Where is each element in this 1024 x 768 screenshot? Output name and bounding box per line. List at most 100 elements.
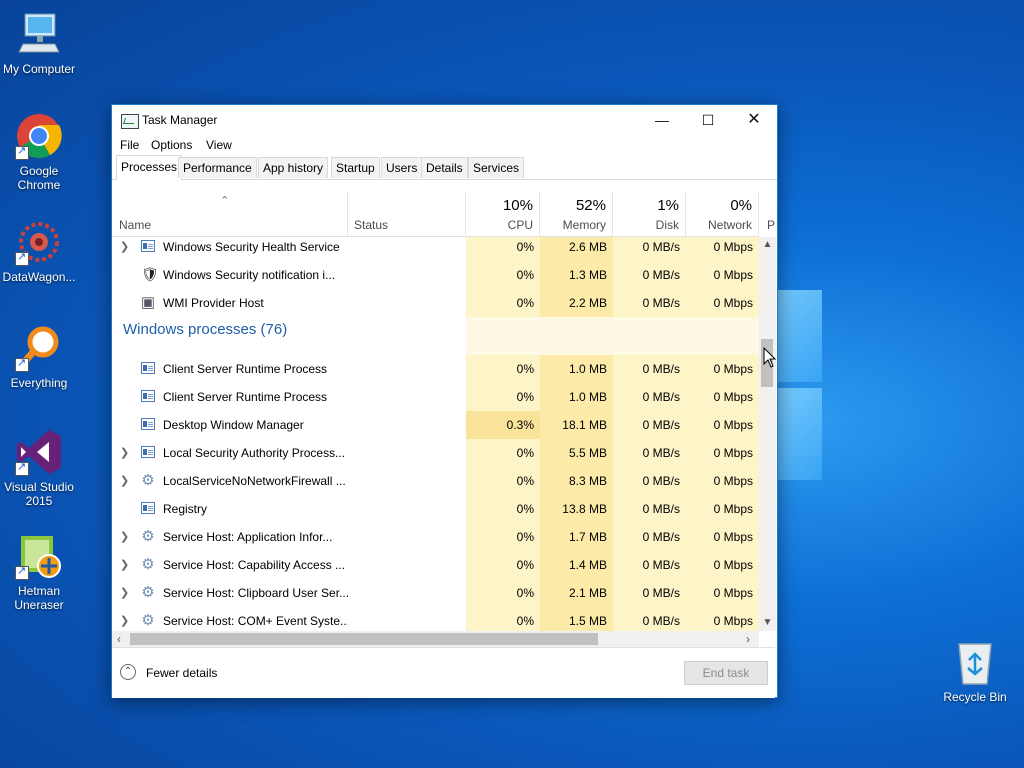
memory-cell: 1.7 MB	[540, 523, 613, 551]
table-row[interactable]: Client Server Runtime Process 0% 1.0 MB 0 M…	[112, 355, 759, 383]
column-status-label: Status	[354, 218, 389, 232]
process-name: Service Host: COM+ Event Syste...	[163, 614, 348, 628]
menu-file[interactable]: File	[120, 138, 139, 152]
title-bar[interactable]: Task Manager — ☐ ✕	[112, 105, 777, 135]
memory-cell: 2.6 MB	[540, 237, 613, 261]
chevron-right-icon[interactable]: ❯	[120, 551, 129, 579]
scroll-right-icon[interactable]: ›	[746, 631, 750, 647]
group-cpu-cell	[466, 317, 540, 355]
network-cell: 0 Mbps	[686, 579, 759, 607]
chevron-right-icon[interactable]: ❯	[120, 523, 129, 551]
memory-cell: 1.3 MB	[540, 261, 613, 289]
status-cell	[348, 411, 466, 439]
table-row[interactable]: 🛡 Windows Security notification i... 0% 1.3…	[112, 261, 759, 289]
gear-icon: ⚙	[141, 472, 155, 489]
uneraser-icon	[15, 532, 63, 580]
process-name: Service Host: Clipboard User Ser...	[163, 586, 348, 600]
chevron-right-icon[interactable]: ❯	[120, 237, 129, 261]
end-task-button[interactable]: End task	[684, 661, 768, 685]
memory-cell: 13.8 MB	[540, 495, 613, 523]
menu-bar: File Options View	[112, 135, 777, 155]
column-memory[interactable]: 52% Memory	[540, 192, 613, 236]
table-row[interactable]: ❯ Local Security Authority Process... 0% 5.…	[112, 439, 759, 467]
process-name: Windows Security notification i...	[163, 268, 336, 282]
chevron-right-icon[interactable]: ❯	[120, 579, 129, 607]
footer-bar: ⌃ Fewer details End task	[112, 647, 775, 698]
cpu-cell: 0%	[466, 383, 540, 411]
desktop-icon-google-chrome[interactable]: Google Chrome	[0, 112, 78, 192]
cpu-cell: 0%	[466, 551, 540, 579]
table-row[interactable]: ❯ ⚙ LocalServiceNoNetworkFirewall ... 0% 8.3…	[112, 467, 759, 495]
tab-strip: Processes Performance App history Startu…	[112, 155, 777, 180]
desktop-icon-label: DataWagon...	[2, 270, 76, 284]
search-magnifier-icon	[15, 324, 63, 372]
status-cell	[348, 261, 466, 289]
visual-studio-icon	[15, 428, 63, 476]
desktop-icon-datawagon[interactable]: DataWagon...	[0, 218, 78, 284]
desktop-icon-hetman-uneraser[interactable]: Hetman Uneraser	[0, 532, 78, 612]
cpu-cell: 0.3%	[466, 411, 540, 439]
horizontal-scrollbar[interactable]: ‹ ›	[112, 631, 759, 647]
process-name: Desktop Window Manager	[163, 418, 304, 432]
table-row[interactable]: Client Server Runtime Process 0% 1.0 MB 0 M…	[112, 383, 759, 411]
process-icon	[141, 418, 155, 430]
desktop-icon-my-computer[interactable]: My Computer	[0, 10, 78, 76]
wmi-provider-icon: ▣	[140, 294, 156, 311]
process-name-cell: ❯ Local Security Authority Process...	[112, 439, 348, 467]
scroll-down-icon[interactable]: ▼	[759, 617, 776, 628]
desktop-icon-everything[interactable]: Everything	[0, 324, 78, 390]
disk-cell: 0 MB/s	[613, 467, 686, 495]
cpu-cell: 0%	[466, 495, 540, 523]
status-cell	[348, 551, 466, 579]
tab-startup[interactable]: Startup	[331, 157, 380, 178]
tab-app-history[interactable]: App history	[258, 157, 329, 178]
group-disk-cell	[613, 317, 686, 355]
table-row[interactable]: ❯ ⚙ Service Host: Clipboard User Ser... 0% 2…	[112, 579, 759, 607]
process-name: Windows Security Health Service	[163, 240, 340, 254]
status-cell	[348, 383, 466, 411]
column-cpu[interactable]: 10% CPU	[466, 192, 540, 236]
vertical-scrollbar[interactable]: ▲ ▼	[759, 237, 776, 631]
shield-icon: 🛡	[141, 266, 159, 282]
desktop-icon-label: Google Chrome	[17, 164, 61, 192]
scroll-left-icon[interactable]: ‹	[117, 631, 121, 647]
tab-performance[interactable]: Performance	[178, 157, 257, 178]
tab-services[interactable]: Services	[468, 157, 525, 178]
desktop-icon-label: Visual Studio 2015	[4, 480, 74, 508]
scroll-up-icon[interactable]: ▲	[759, 239, 776, 250]
horizontal-scroll-thumb[interactable]	[130, 633, 598, 645]
table-row[interactable]: ❯ ⚙ Service Host: Capability Access ... 0% 1…	[112, 551, 759, 579]
process-name: Client Server Runtime Process	[163, 362, 328, 376]
desktop-icon-recycle-bin[interactable]: Recycle Bin	[936, 638, 1014, 704]
chevron-right-icon[interactable]: ❯	[120, 607, 129, 631]
tab-details[interactable]: Details	[421, 157, 468, 178]
menu-options[interactable]: Options	[151, 138, 192, 152]
table-row[interactable]: Desktop Window Manager 0.3% 18.1 MB 0 MB/s 0…	[112, 411, 759, 439]
minimize-icon[interactable]: —	[639, 105, 685, 135]
menu-view[interactable]: View	[206, 138, 232, 152]
table-row[interactable]: ❯ Windows Security Health Service 0% 2.6 MB…	[112, 237, 759, 261]
process-name-cell: ❯ ⚙ Service Host: Clipboard User Ser...	[112, 579, 348, 607]
tab-users[interactable]: Users	[381, 157, 423, 178]
table-row[interactable]: ❯ ⚙ Service Host: Application Infor... 0% 1.…	[112, 523, 759, 551]
memory-percent: 52%	[575, 197, 606, 214]
network-cell: 0 Mbps	[686, 237, 759, 261]
chevron-right-icon[interactable]: ❯	[120, 467, 129, 495]
group-memory-cell	[540, 317, 613, 355]
column-status[interactable]: Status	[348, 192, 466, 236]
desktop-icon-visual-studio[interactable]: Visual Studio 2015	[0, 428, 78, 508]
table-row[interactable]: ▣ WMI Provider Host 0% 2.2 MB 0 MB/s 0 Mbps	[112, 289, 759, 317]
close-icon[interactable]: ✕	[731, 105, 777, 135]
tab-processes[interactable]: Processes	[116, 155, 183, 180]
group-header-windows-processes[interactable]: Windows processes (76)	[112, 317, 759, 355]
column-name[interactable]: ⌃ Name	[112, 192, 348, 236]
column-network[interactable]: 0% Network	[686, 192, 759, 236]
table-row[interactable]: ❯ ⚙ Service Host: COM+ Event Syste... 0% 1.5…	[112, 607, 759, 631]
chevron-up-circle-icon[interactable]: ⌃	[120, 664, 136, 680]
table-row[interactable]: Registry 0% 13.8 MB 0 MB/s 0 Mbps	[112, 495, 759, 523]
fewer-details-link[interactable]: Fewer details	[146, 666, 217, 680]
maximize-icon[interactable]: ☐	[685, 105, 731, 135]
column-disk[interactable]: 1% Disk	[613, 192, 686, 236]
chevron-right-icon[interactable]: ❯	[120, 439, 129, 467]
recycle-bin-icon	[951, 638, 999, 686]
